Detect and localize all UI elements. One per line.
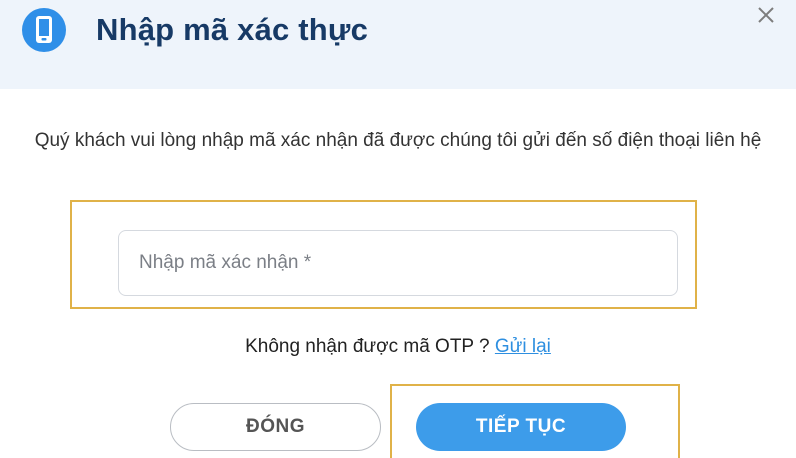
dialog-header: Nhập mã xác thực: [0, 0, 796, 89]
instruction-text: Quý khách vui lòng nhập mã xác nhận đã đ…: [34, 130, 762, 151]
resend-link[interactable]: Gửi lại: [495, 336, 551, 357]
close-button[interactable]: ĐÓNG: [170, 403, 381, 451]
otp-dialog: Nhập mã xác thực Quý khách vui lòng nhập…: [0, 0, 796, 458]
resend-line: Không nhận được mã OTP ? Gửi lại: [0, 336, 796, 358]
continue-button[interactable]: TIẾP TỤC: [416, 403, 626, 451]
otp-code-input[interactable]: [118, 230, 678, 296]
resend-prompt: Không nhận được mã OTP ?: [245, 336, 490, 357]
close-icon[interactable]: [752, 2, 780, 28]
phone-icon: [22, 8, 66, 52]
dialog-title: Nhập mã xác thực: [96, 12, 369, 47]
